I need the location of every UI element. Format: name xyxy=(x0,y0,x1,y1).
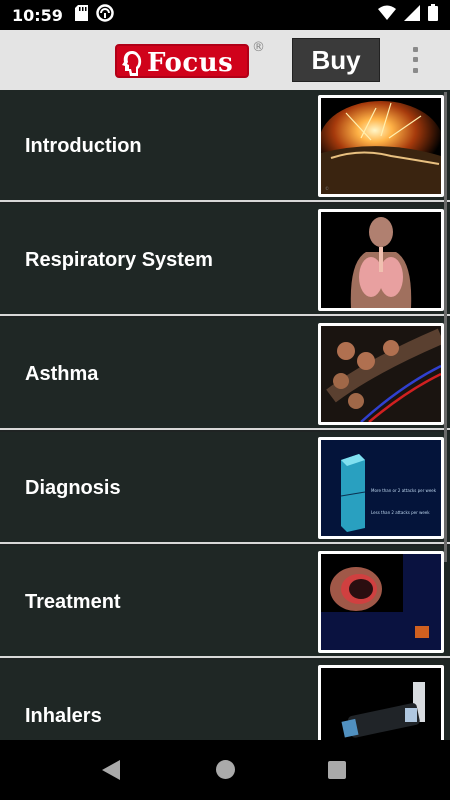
buy-button[interactable]: Buy xyxy=(292,38,380,82)
topic-list[interactable]: Introduction © Respiratory System Asthma… xyxy=(0,90,450,740)
back-icon[interactable] xyxy=(101,759,121,786)
alveoli-image xyxy=(321,326,441,422)
status-time: 10:59 xyxy=(12,5,63,25)
menu-dot xyxy=(412,46,418,52)
topic-item-respiratory-system[interactable]: Respiratory System xyxy=(0,204,450,316)
recent-apps-icon[interactable] xyxy=(328,761,346,779)
app-bar: Focus ® Buy xyxy=(0,30,450,90)
logo-text: Focus xyxy=(147,48,234,78)
topic-item-treatment[interactable]: Treatment xyxy=(0,546,450,658)
home-icon[interactable] xyxy=(216,760,235,779)
diagnosis-caption-1: More than or 2 attacks per week xyxy=(371,488,437,493)
registered-mark: ® xyxy=(252,40,265,55)
no-disturb-icon xyxy=(96,3,114,27)
diagnosis-caption-2: Less than 2 attacks per week xyxy=(371,510,430,515)
topic-label: Asthma xyxy=(25,362,99,385)
svg-text:©: © xyxy=(325,186,329,191)
human-torso-lungs-image xyxy=(321,212,441,308)
wifi-icon xyxy=(378,5,396,26)
airway-cross-section-image xyxy=(321,554,441,650)
globe-explosion-image: © xyxy=(321,98,441,194)
sd-card-icon xyxy=(74,4,88,26)
topic-label: Inhalers xyxy=(25,704,102,727)
logo-badge: Focus xyxy=(115,44,249,78)
chart-column-image: More than or 2 attacks per week Less tha… xyxy=(321,440,441,536)
menu-dot xyxy=(412,57,418,63)
topic-item-asthma[interactable]: Asthma xyxy=(0,318,450,430)
topic-item-introduction[interactable]: Introduction © xyxy=(0,90,450,202)
topic-label: Treatment xyxy=(25,590,121,613)
scrollbar[interactable] xyxy=(444,92,447,562)
topic-thumbnail: © xyxy=(318,95,444,197)
topic-label: Introduction xyxy=(25,134,142,157)
topic-item-diagnosis[interactable]: Diagnosis More than or 2 attacks per wee… xyxy=(0,432,450,544)
signal-icon xyxy=(404,4,420,26)
topic-thumbnail: More than or 2 attacks per week Less tha… xyxy=(318,437,444,539)
topic-item-inhalers[interactable]: Inhalers xyxy=(0,660,450,740)
topic-thumbnail xyxy=(318,323,444,425)
menu-dot xyxy=(412,68,418,74)
overflow-menu-icon[interactable] xyxy=(404,44,426,76)
status-bar: 10:59 xyxy=(0,0,450,30)
topic-thumbnail xyxy=(318,551,444,653)
focus-logo: Focus ® xyxy=(115,40,265,80)
inhaler-device-image xyxy=(321,668,441,740)
battery-icon xyxy=(428,4,438,26)
topic-label: Diagnosis xyxy=(25,476,121,499)
topic-thumbnail xyxy=(318,209,444,311)
topic-label: Respiratory System xyxy=(25,248,213,271)
head-silhouette-icon xyxy=(122,51,142,76)
topic-thumbnail xyxy=(318,665,444,740)
navigation-bar xyxy=(0,740,450,800)
